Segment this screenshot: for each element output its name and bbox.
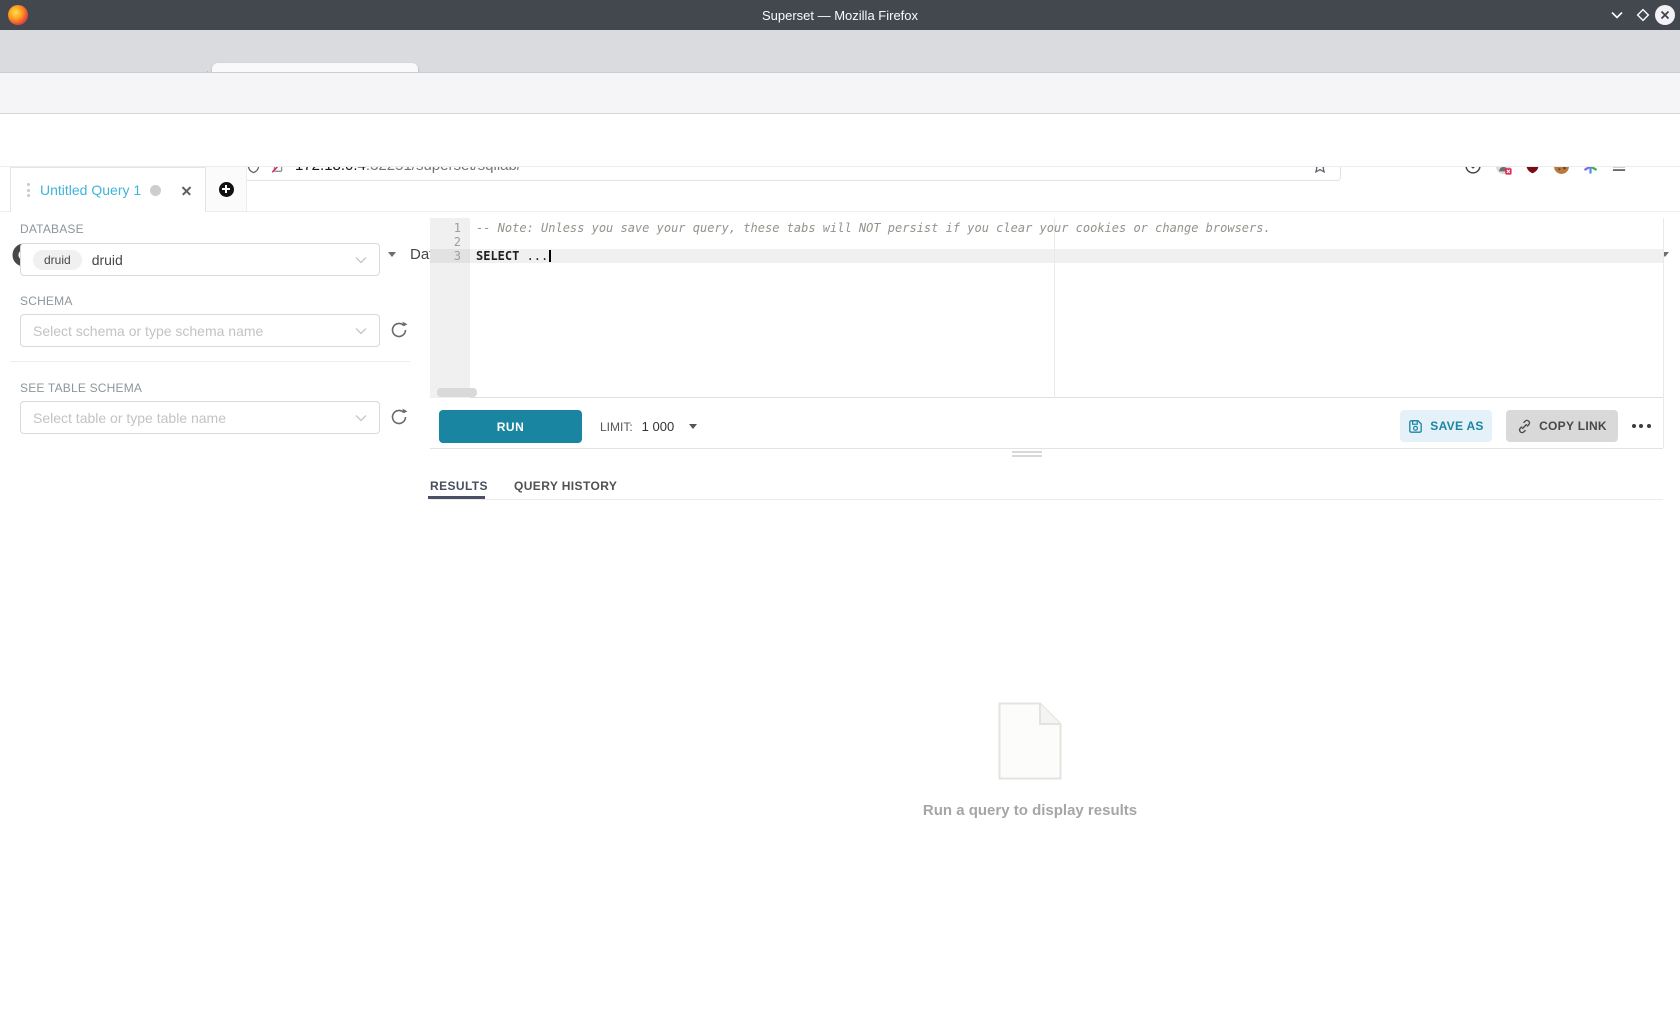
caret-down-icon xyxy=(689,424,697,429)
line-number: 2 xyxy=(430,235,470,249)
line-number: 3 xyxy=(430,249,470,263)
refresh-table-button[interactable] xyxy=(389,407,409,427)
sql-editor[interactable]: 1 2 3 -- Note: Unless you save your quer… xyxy=(430,218,1663,398)
chevron-down-icon xyxy=(355,256,367,264)
window-maximize-button[interactable] xyxy=(1635,0,1651,30)
refresh-icon xyxy=(389,407,409,427)
toolbar-divider xyxy=(430,448,1663,449)
text-cursor xyxy=(549,250,551,262)
limit-dropdown[interactable]: LIMIT: 1 000 xyxy=(600,410,697,443)
pane-drag-handle[interactable] xyxy=(1012,451,1042,459)
browser-tabstrip: Apache Druid Superset xyxy=(0,30,1680,72)
window-minimize-button[interactable] xyxy=(1610,0,1624,30)
window-title: Superset — Mozilla Firefox xyxy=(0,0,1680,30)
line-number: 1 xyxy=(430,221,470,235)
sidebar-divider xyxy=(10,361,410,362)
run-button[interactable]: RUN xyxy=(439,410,582,443)
save-icon xyxy=(1408,419,1423,434)
database-select[interactable]: druid druid xyxy=(20,243,380,276)
empty-state-text: Run a query to display results xyxy=(430,802,1630,819)
window-titlebar: Superset — Mozilla Firefox xyxy=(0,0,1680,30)
results-tabbar-border xyxy=(430,499,1663,500)
drag-dots-icon[interactable] xyxy=(27,183,31,197)
table-select[interactable]: Select table or type table name xyxy=(20,401,380,434)
schema-select[interactable]: Select schema or type schema name xyxy=(20,314,380,347)
table-schema-label: SEE TABLE SCHEMA xyxy=(20,381,142,395)
chevron-down-icon xyxy=(388,252,396,257)
copy-link-button[interactable]: COPY LINK xyxy=(1506,410,1618,442)
editor-active-line-highlight xyxy=(470,249,1663,263)
diamond-icon xyxy=(1635,7,1651,23)
window-close-button[interactable] xyxy=(1654,0,1676,30)
query-tab-label[interactable]: Untitled Query 1 xyxy=(40,182,141,198)
query-tab-active[interactable]: Untitled Query 1 xyxy=(10,167,206,212)
editor-hscrollbar-thumb[interactable] xyxy=(437,388,477,397)
chevron-down-icon xyxy=(355,327,367,335)
close-icon xyxy=(1654,4,1676,26)
schema-label: SCHEMA xyxy=(20,294,73,308)
ellipsis-icon xyxy=(1632,424,1636,428)
more-options-button[interactable] xyxy=(1626,410,1656,442)
editor-right-border xyxy=(1663,218,1664,448)
new-query-tab-section xyxy=(206,167,247,211)
editor-code-line: SELECT ... xyxy=(476,249,551,263)
link-icon xyxy=(1517,419,1532,434)
query-status-dot xyxy=(150,185,161,196)
database-pill: druid xyxy=(33,250,82,270)
superset-navbar: Superset Dashboards Charts SQL Lab Data … xyxy=(0,114,1680,167)
editor-comment-line: -- Note: Unless you save your query, the… xyxy=(476,221,1271,235)
tab-results[interactable]: RESULTS xyxy=(430,479,488,493)
tab-query-history[interactable]: QUERY HISTORY xyxy=(514,479,617,493)
query-tabbar-border xyxy=(0,211,1680,212)
browser-toolbar: 172.18.0.4:32251/superset/sqllab/ UO xyxy=(0,72,1680,114)
chevron-down-icon xyxy=(1610,9,1624,21)
query-tab-close-icon[interactable] xyxy=(178,182,194,198)
save-as-button[interactable]: SAVE AS xyxy=(1400,410,1492,442)
database-label: DATABASE xyxy=(20,222,84,236)
editor-print-margin xyxy=(1054,218,1055,398)
refresh-icon xyxy=(389,320,409,340)
chevron-down-icon xyxy=(355,414,367,422)
new-query-tab-button[interactable] xyxy=(219,182,234,197)
results-empty-state: Run a query to display results xyxy=(430,702,1630,819)
empty-document-icon xyxy=(998,702,1062,780)
refresh-schema-button[interactable] xyxy=(389,320,409,340)
